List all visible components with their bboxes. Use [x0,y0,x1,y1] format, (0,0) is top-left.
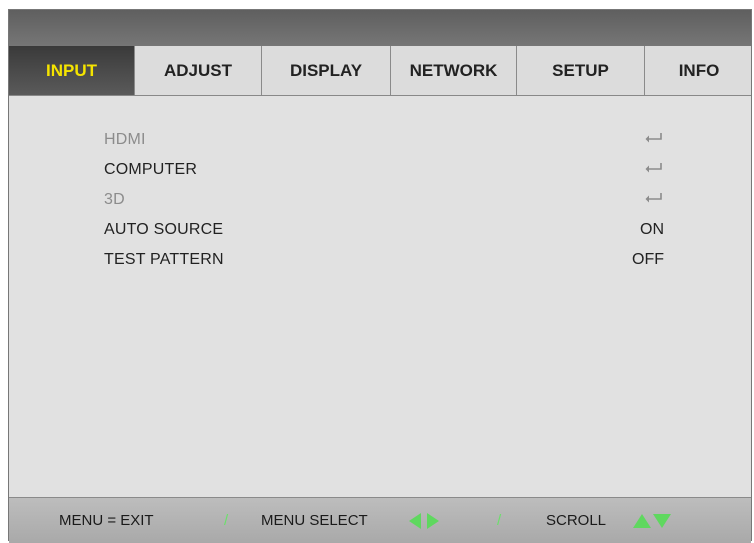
menu-item-3d[interactable]: 3D [104,188,664,212]
menu-item-test-pattern[interactable]: TEST PATTERN OFF [104,248,664,272]
menu-item-hdmi[interactable]: HDMI [104,128,664,152]
right-arrow-icon [427,512,439,529]
menu-item-value [624,131,664,150]
tab-input[interactable]: INPUT [9,46,134,95]
tab-adjust[interactable]: ADJUST [134,46,261,95]
tab-setup[interactable]: SETUP [516,46,644,95]
up-arrow-icon [633,513,651,528]
footer-scroll-hint: SCROLL [546,512,607,529]
footer-separator: / [224,512,229,529]
menu-content: HDMI COMPUTER 3D AUTO SOURCE ON TEST PAT… [9,96,751,496]
enter-icon [645,132,662,142]
footer-exit-hint: MENU = EXIT [59,512,154,529]
footer-help-bar: MENU = EXIT / MENU SELECT / SCROLL [9,497,751,543]
tab-network[interactable]: NETWORK [390,46,516,95]
menu-item-auto-source[interactable]: AUTO SOURCE ON [104,218,664,242]
tab-info[interactable]: INFO [644,46,753,95]
tab-display[interactable]: DISPLAY [261,46,390,95]
menu-item-label: TEST PATTERN [104,251,224,268]
enter-icon [645,162,662,172]
left-arrow-icon [409,512,421,529]
up-down-arrows-icon [633,513,671,528]
menu-item-value: OFF [632,251,664,268]
menu-item-label: 3D [104,191,125,208]
menu-item-value: ON [640,221,664,238]
title-bar [9,10,751,46]
menu-item-label: COMPUTER [104,161,198,178]
menu-item-label: AUTO SOURCE [104,221,224,238]
left-right-arrows-icon [409,512,439,529]
menu-item-computer[interactable]: COMPUTER [104,158,664,182]
menu-item-value [624,191,664,210]
footer-select-hint: MENU SELECT [261,512,368,529]
tab-bar: INPUT ADJUST DISPLAY NETWORK SETUP INFO [9,46,751,96]
down-arrow-icon [653,513,671,528]
menu-item-label: HDMI [104,131,146,148]
menu-item-value [624,161,664,180]
footer-separator: / [497,512,502,529]
enter-icon [645,192,662,202]
osd-menu: INPUT ADJUST DISPLAY NETWORK SETUP INFO … [8,9,752,543]
